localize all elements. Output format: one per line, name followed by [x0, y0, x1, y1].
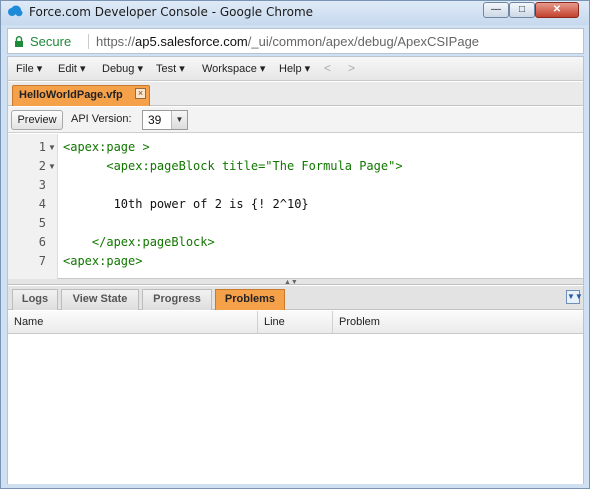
menu-help[interactable]: Help ▾	[279, 62, 310, 75]
api-version-value: 39	[148, 113, 162, 127]
window-title: Force.com Developer Console - Google Chr…	[29, 5, 314, 19]
line-number: 2	[38, 159, 46, 173]
menu-edit[interactable]: Edit ▾	[58, 62, 86, 75]
line-number: 6	[38, 235, 46, 249]
editor-toolbar: Preview API Version: 39 ▼	[8, 107, 583, 133]
menu-debug[interactable]: Debug ▾	[102, 62, 143, 75]
chevron-down-icon[interactable]: ▼	[171, 111, 187, 129]
file-tab-label: HelloWorldPage.vfp	[19, 89, 123, 101]
editor-tab-bar: HelloWorldPage.vfp ×	[8, 82, 583, 106]
code-line-text: <apex:pageBlock title="The Formula Page"…	[63, 159, 403, 173]
tab-logs[interactable]: Logs	[12, 289, 58, 310]
forward-arrow-icon[interactable]: >	[348, 61, 355, 75]
secure-label: Secure	[30, 34, 72, 49]
code-line-text: 10th power of 2 is {! 2^10}	[63, 197, 309, 211]
code-line-text: </apex:pageBlock>	[63, 235, 215, 249]
column-problem[interactable]: Problem	[333, 311, 583, 333]
menu-workspace[interactable]: Workspace ▾	[202, 62, 265, 75]
line-number: 1	[38, 140, 46, 154]
splitter-grip-icon[interactable]: ▲▼	[284, 279, 298, 286]
column-line[interactable]: Line	[258, 311, 333, 333]
code-line: <apex:page>	[63, 254, 142, 268]
panel-splitter[interactable]: ▲▼	[8, 279, 583, 286]
line-number: 3	[38, 178, 46, 192]
browser-window: Force.com Developer Console - Google Chr…	[0, 0, 590, 489]
tab-view-state[interactable]: View State	[61, 289, 139, 310]
preview-button[interactable]: Preview	[11, 110, 63, 130]
tab-progress[interactable]: Progress	[142, 289, 212, 310]
code-line: 10th power of 2 is {! 2^10}	[63, 197, 309, 211]
bottom-panel-tab-bar: Logs View State Progress Problems ▼▼	[8, 286, 583, 310]
maximize-button[interactable]: □	[509, 2, 535, 18]
fold-arrow-icon[interactable]: ▼	[48, 143, 56, 152]
code-line: <apex:pageBlock title="The Formula Page"…	[63, 159, 403, 173]
tab-helloworldpage[interactable]: HelloWorldPage.vfp ×	[12, 85, 150, 106]
menu-bar: File ▾ Edit ▾ Debug ▾ Test ▾ Workspace ▾…	[8, 57, 583, 81]
close-tab-icon[interactable]: ×	[135, 88, 146, 99]
url-host: ap5.salesforce.com	[135, 34, 248, 49]
fold-arrow-icon[interactable]: ▼	[48, 162, 56, 171]
code-line-text: <apex:page >	[63, 140, 150, 154]
close-window-button[interactable]: ✕	[535, 2, 579, 18]
code-line-text: <apex:page>	[63, 254, 143, 268]
problems-table-header: Name Line Problem	[8, 311, 583, 334]
tab-problems[interactable]: Problems	[215, 289, 285, 310]
code-editor[interactable]: 1 ▼ 2 ▼ 3 4 5 6 7 <apex:page > <apex:pag…	[8, 134, 583, 279]
code-line: <apex:page >	[63, 140, 150, 154]
url-path: /_ui/common/apex/debug/ApexCSIPage	[247, 34, 480, 49]
menu-test[interactable]: Test ▾	[156, 62, 185, 75]
line-number: 5	[38, 216, 46, 230]
line-number: 7	[38, 254, 46, 268]
api-version-select[interactable]: 39 ▼	[142, 110, 188, 130]
problems-table-body	[8, 334, 583, 484]
collapse-panel-icon[interactable]: ▼▼	[566, 290, 583, 304]
url-text[interactable]: https://ap5.salesforce.com/_ui/common/ap…	[96, 34, 479, 49]
back-arrow-icon[interactable]: <	[324, 61, 331, 75]
api-version-label: API Version:	[71, 113, 132, 125]
title-bar: Force.com Developer Console - Google Chr…	[1, 1, 589, 25]
menu-file[interactable]: File ▾	[16, 62, 42, 75]
url-scheme: https://	[96, 34, 136, 49]
address-bar[interactable]: Secure https://ap5.salesforce.com/_ui/co…	[7, 28, 584, 54]
code-line: </apex:pageBlock>	[63, 235, 215, 249]
minimize-button[interactable]: —	[483, 2, 509, 18]
column-name[interactable]: Name	[8, 311, 258, 333]
line-number: 4	[38, 197, 46, 211]
address-divider	[88, 34, 89, 49]
lock-icon	[15, 36, 23, 47]
salesforce-cloud-icon	[8, 5, 23, 17]
line-number-gutter: 1 ▼ 2 ▼ 3 4 5 6 7	[8, 134, 58, 279]
developer-console: File ▾ Edit ▾ Debug ▾ Test ▾ Workspace ▾…	[7, 56, 584, 484]
